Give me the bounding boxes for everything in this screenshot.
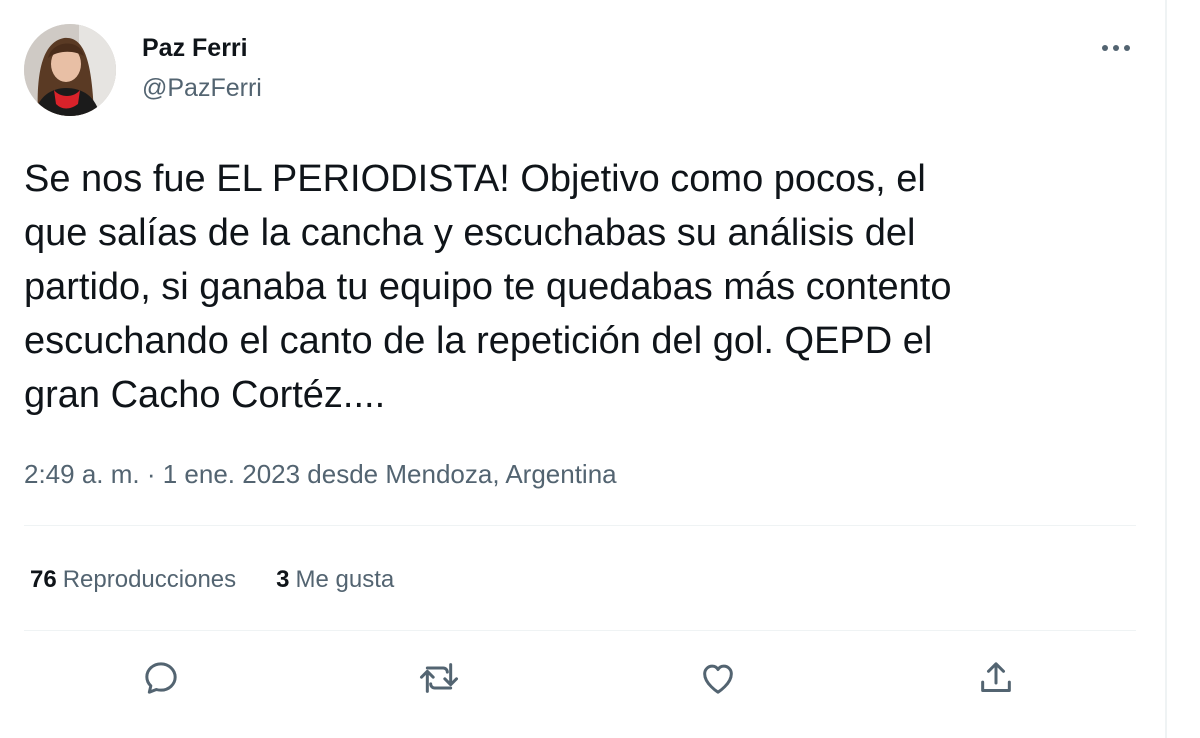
retweet-button[interactable] bbox=[415, 654, 463, 702]
avatar-image bbox=[24, 24, 116, 116]
views-label: Reproducciones bbox=[62, 566, 237, 593]
action-bar bbox=[24, 648, 1136, 708]
likes-count: 3 bbox=[276, 566, 290, 593]
reply-button[interactable] bbox=[137, 654, 185, 702]
tweet-timestamp[interactable]: 2:49 a. m. · 1 ene. 2023 desde Mendoza, … bbox=[24, 458, 617, 490]
reply-icon bbox=[145, 662, 177, 694]
user-handle[interactable]: @PazFerri bbox=[142, 73, 262, 103]
retweet-icon bbox=[420, 663, 458, 693]
divider bbox=[24, 525, 1136, 526]
display-name[interactable]: Paz Ferri bbox=[142, 33, 248, 63]
heart-icon bbox=[703, 664, 733, 694]
like-button[interactable] bbox=[694, 654, 742, 702]
share-button[interactable] bbox=[972, 654, 1020, 702]
avatar[interactable] bbox=[24, 24, 116, 116]
panel-border bbox=[1165, 0, 1167, 738]
tweet-card: Paz Ferri @PazFerri Se nos fue EL PERIOD… bbox=[0, 0, 1200, 738]
more-options-button[interactable] bbox=[1092, 30, 1140, 66]
divider bbox=[24, 630, 1136, 631]
share-icon bbox=[981, 662, 1011, 692]
views-count: 76 bbox=[30, 566, 57, 593]
more-horizontal-icon bbox=[1102, 45, 1130, 51]
tweet-stats: 76 Reproducciones 3 Me gusta bbox=[30, 565, 394, 595]
tweet-text: Se nos fue EL PERIODISTA! Objetivo como … bbox=[24, 158, 952, 416]
likes-label: Me gusta bbox=[295, 566, 395, 593]
views-stat[interactable]: 76 Reproducciones bbox=[30, 565, 236, 595]
likes-stat[interactable]: 3 Me gusta bbox=[276, 565, 394, 595]
